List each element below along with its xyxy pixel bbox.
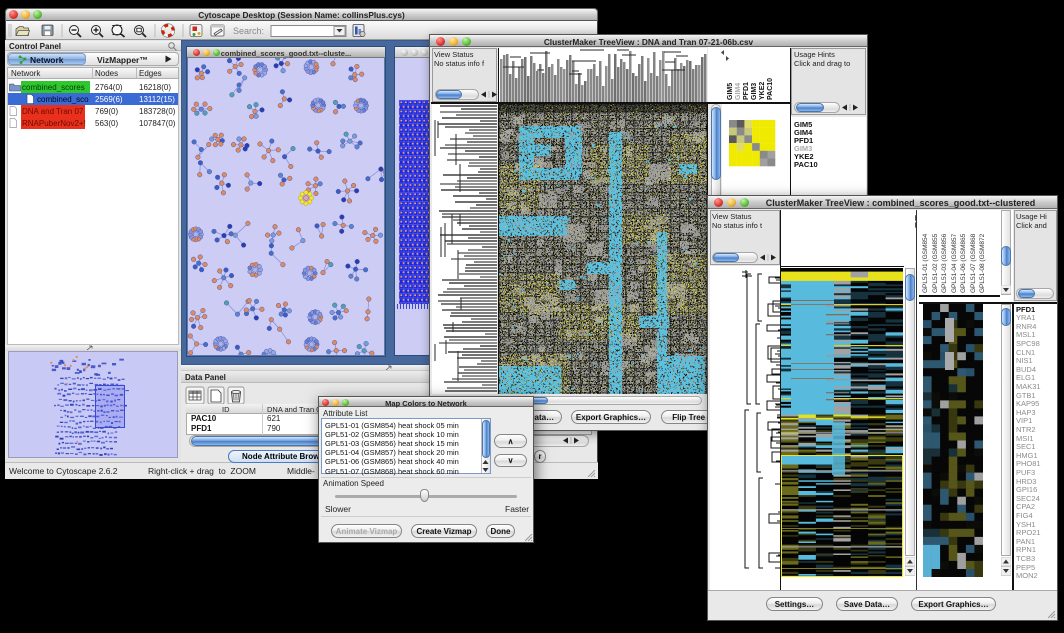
- svg-text:Search:: Search:: [233, 26, 264, 36]
